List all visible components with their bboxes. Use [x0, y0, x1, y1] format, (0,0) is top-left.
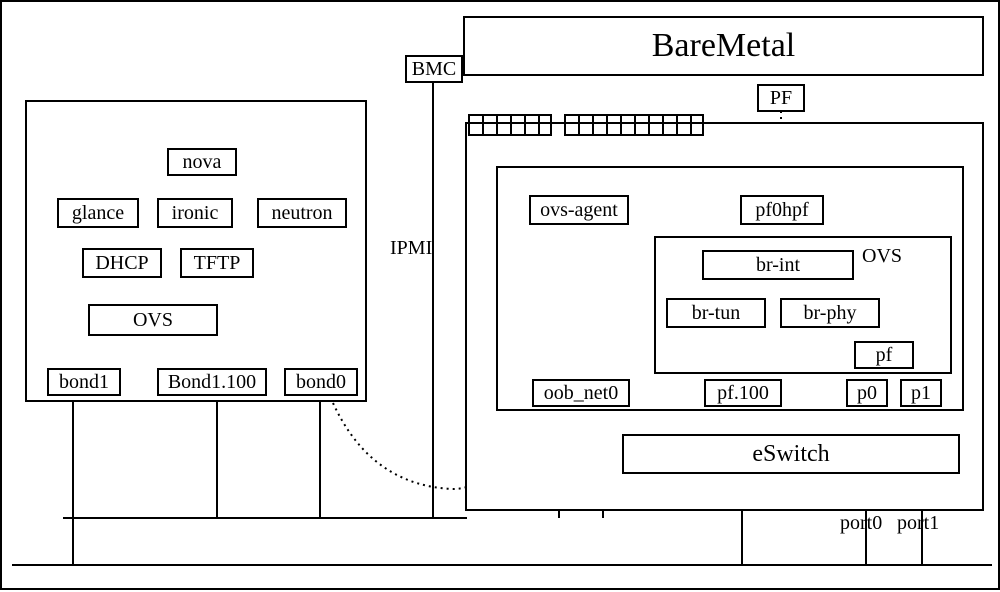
- pf-label: PF: [770, 87, 792, 110]
- ovs-right-label: OVS: [862, 245, 902, 268]
- dhcp-box: DHCP: [82, 248, 162, 278]
- br-phy-box: br-phy: [780, 298, 880, 328]
- ovs-agent-label: ovs-agent: [540, 199, 618, 222]
- pf0hpf-label: pf0hpf: [755, 199, 808, 222]
- baremetal-box: BareMetal: [463, 16, 984, 76]
- bond1-100-box: Bond1.100: [157, 368, 267, 396]
- ovs-left-label: OVS: [133, 309, 173, 332]
- glance-label: glance: [72, 202, 124, 225]
- bmc-box: BMC: [405, 55, 463, 83]
- eswitch-box: eSwitch: [622, 434, 960, 474]
- pf-lower-box: pf: [854, 341, 914, 369]
- nova-label: nova: [183, 151, 222, 174]
- ovs-agent-box: ovs-agent: [529, 195, 629, 225]
- p1-box: p1: [900, 379, 942, 407]
- bond1-box: bond1: [47, 368, 121, 396]
- bmc-label: BMC: [412, 58, 456, 81]
- port0-label: port0: [840, 512, 882, 535]
- ovs-left-box: OVS: [88, 304, 218, 336]
- bond0-box: bond0: [284, 368, 358, 396]
- nova-box: nova: [167, 148, 237, 176]
- br-phy-label: br-phy: [804, 302, 857, 325]
- slot-group-1: [468, 114, 552, 136]
- dhcp-label: DHCP: [95, 252, 148, 275]
- tftp-box: TFTP: [180, 248, 254, 278]
- ironic-label: ironic: [172, 202, 219, 225]
- br-tun-box: br-tun: [666, 298, 766, 328]
- p0-box: p0: [846, 379, 888, 407]
- slot-group-2: [564, 114, 704, 136]
- neutron-box: neutron: [257, 198, 347, 228]
- pf-lower-label: pf: [876, 344, 893, 367]
- ironic-box: ironic: [157, 198, 233, 228]
- bond1-label: bond1: [59, 371, 109, 394]
- br-tun-label: br-tun: [692, 302, 740, 325]
- bond1-100-label: Bond1.100: [168, 371, 256, 394]
- pf100-box: pf.100: [704, 379, 782, 407]
- glance-box: glance: [57, 198, 139, 228]
- tftp-label: TFTP: [194, 252, 241, 275]
- baremetal-title: BareMetal: [652, 27, 796, 65]
- ipmi-label: IPMI: [390, 237, 432, 260]
- oob-net0-box: oob_net0: [532, 379, 630, 407]
- port1-label: port1: [897, 512, 939, 535]
- pf-box: PF: [757, 84, 805, 112]
- eswitch-label: eSwitch: [752, 441, 829, 468]
- bond0-label: bond0: [296, 371, 346, 394]
- p0-label: p0: [857, 382, 877, 405]
- oob-net0-label: oob_net0: [544, 382, 618, 405]
- br-int-box: br-int: [702, 250, 854, 280]
- neutron-label: neutron: [271, 202, 332, 225]
- p1-label: p1: [911, 382, 931, 405]
- pf0hpf-box: pf0hpf: [740, 195, 824, 225]
- br-int-label: br-int: [756, 254, 800, 277]
- pf100-label: pf.100: [717, 382, 769, 405]
